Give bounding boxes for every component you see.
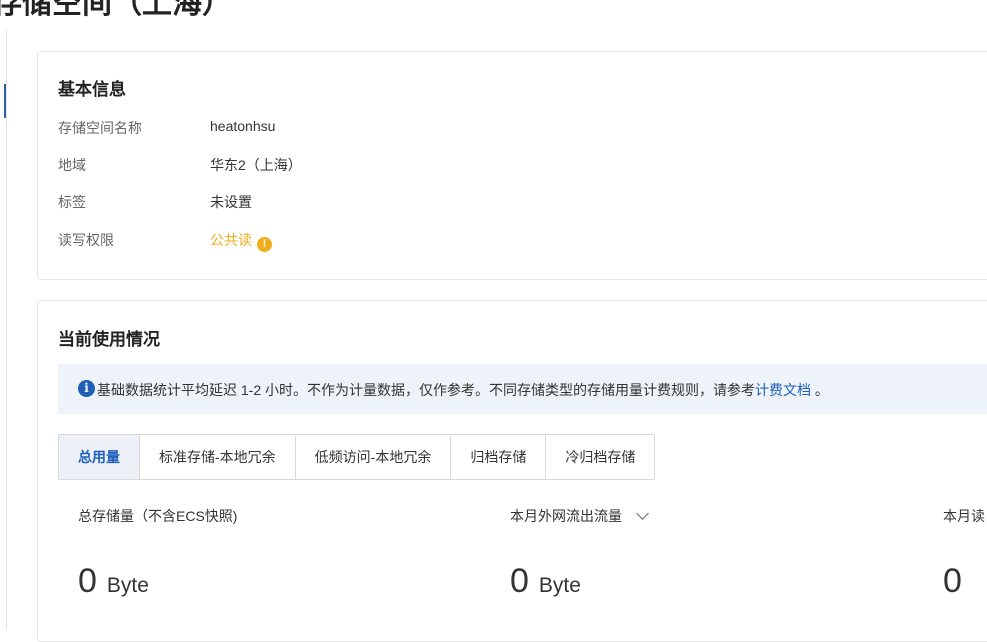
metric-label: 本月外网流出流量 [510,508,622,524]
tab-cold-archive[interactable]: 冷归档存储 [546,435,654,479]
metric-label: 总存储量（不含ECS快照) [78,508,238,524]
usage-card: 当前使用情况 i 基础数据统计平均延迟 1-2 小时。不作为计量数据，仅作参考。… [37,300,987,642]
tab-standard-lrs[interactable]: 标准存储-本地冗余 [140,435,296,479]
bucket-name-value: heatonhsu [210,118,276,134]
metric-total-storage: 总存储量（不含ECS快照) 0 Byte [78,506,238,600]
warning-icon[interactable]: ! [257,237,272,252]
metric-value: 0 Byte [510,562,581,601]
billing-doc-link[interactable]: 计费文档 [755,382,811,398]
metric-label: 本月读 [943,508,985,524]
storage-type-tabs: 总用量 标准存储-本地冗余 低频访问-本地冗余 归档存储 冷归档存储 [58,434,656,480]
notice-text: 基础数据统计平均延迟 1-2 小时。不作为计量数据，仅作参考。不同存储类型的存储… [97,380,829,400]
info-label: 存储空间名称 [58,120,142,136]
metric-monthly-read: 本月读 0 [943,506,985,600]
tags-value: 未设置 [210,194,252,210]
tab-ia-lrs[interactable]: 低频访问-本地冗余 [296,435,452,479]
metric-value: 0 Byte [78,562,149,601]
usage-title: 当前使用情况 [58,330,160,349]
basic-info-card: 基本信息 存储空间名称 heatonhsu 地域 华东2（上海） 标签 未设置 … [37,51,987,280]
acl-value-text: 公共读 [210,232,252,248]
info-label: 读写权限 [58,232,114,248]
left-rail-active-indicator [4,84,6,118]
notice-message: 基础数据统计平均延迟 1-2 小时。不作为计量数据，仅作参考。不同存储类型的存储… [97,382,756,398]
info-label: 标签 [58,194,86,210]
basic-info-title: 基本信息 [58,80,126,99]
metric-outbound-traffic: 本月外网流出流量 0 Byte [510,506,649,600]
tab-archive[interactable]: 归档存储 [451,435,547,479]
chevron-down-icon[interactable] [636,507,649,520]
region-value: 华东2（上海） [210,157,302,173]
page-title: 存储空间（上海） [0,0,232,20]
metric-number: 0 [943,562,962,600]
metric-unit: Byte [106,574,149,597]
info-label: 地域 [58,157,86,173]
usage-notice: i 基础数据统计平均延迟 1-2 小时。不作为计量数据，仅作参考。不同存储类型的… [58,364,987,414]
metric-label-with-dropdown[interactable]: 本月外网流出流量 [510,506,649,526]
metric-number: 0 [510,562,529,600]
metric-number: 0 [78,562,97,600]
acl-value: 公共读! [210,230,272,252]
tab-total-usage[interactable]: 总用量 [59,435,140,479]
notice-suffix: 。 [811,382,829,398]
info-icon: i [78,380,95,397]
left-rail [6,30,7,630]
metric-unit: Byte [538,574,581,597]
metric-value: 0 [943,562,962,601]
